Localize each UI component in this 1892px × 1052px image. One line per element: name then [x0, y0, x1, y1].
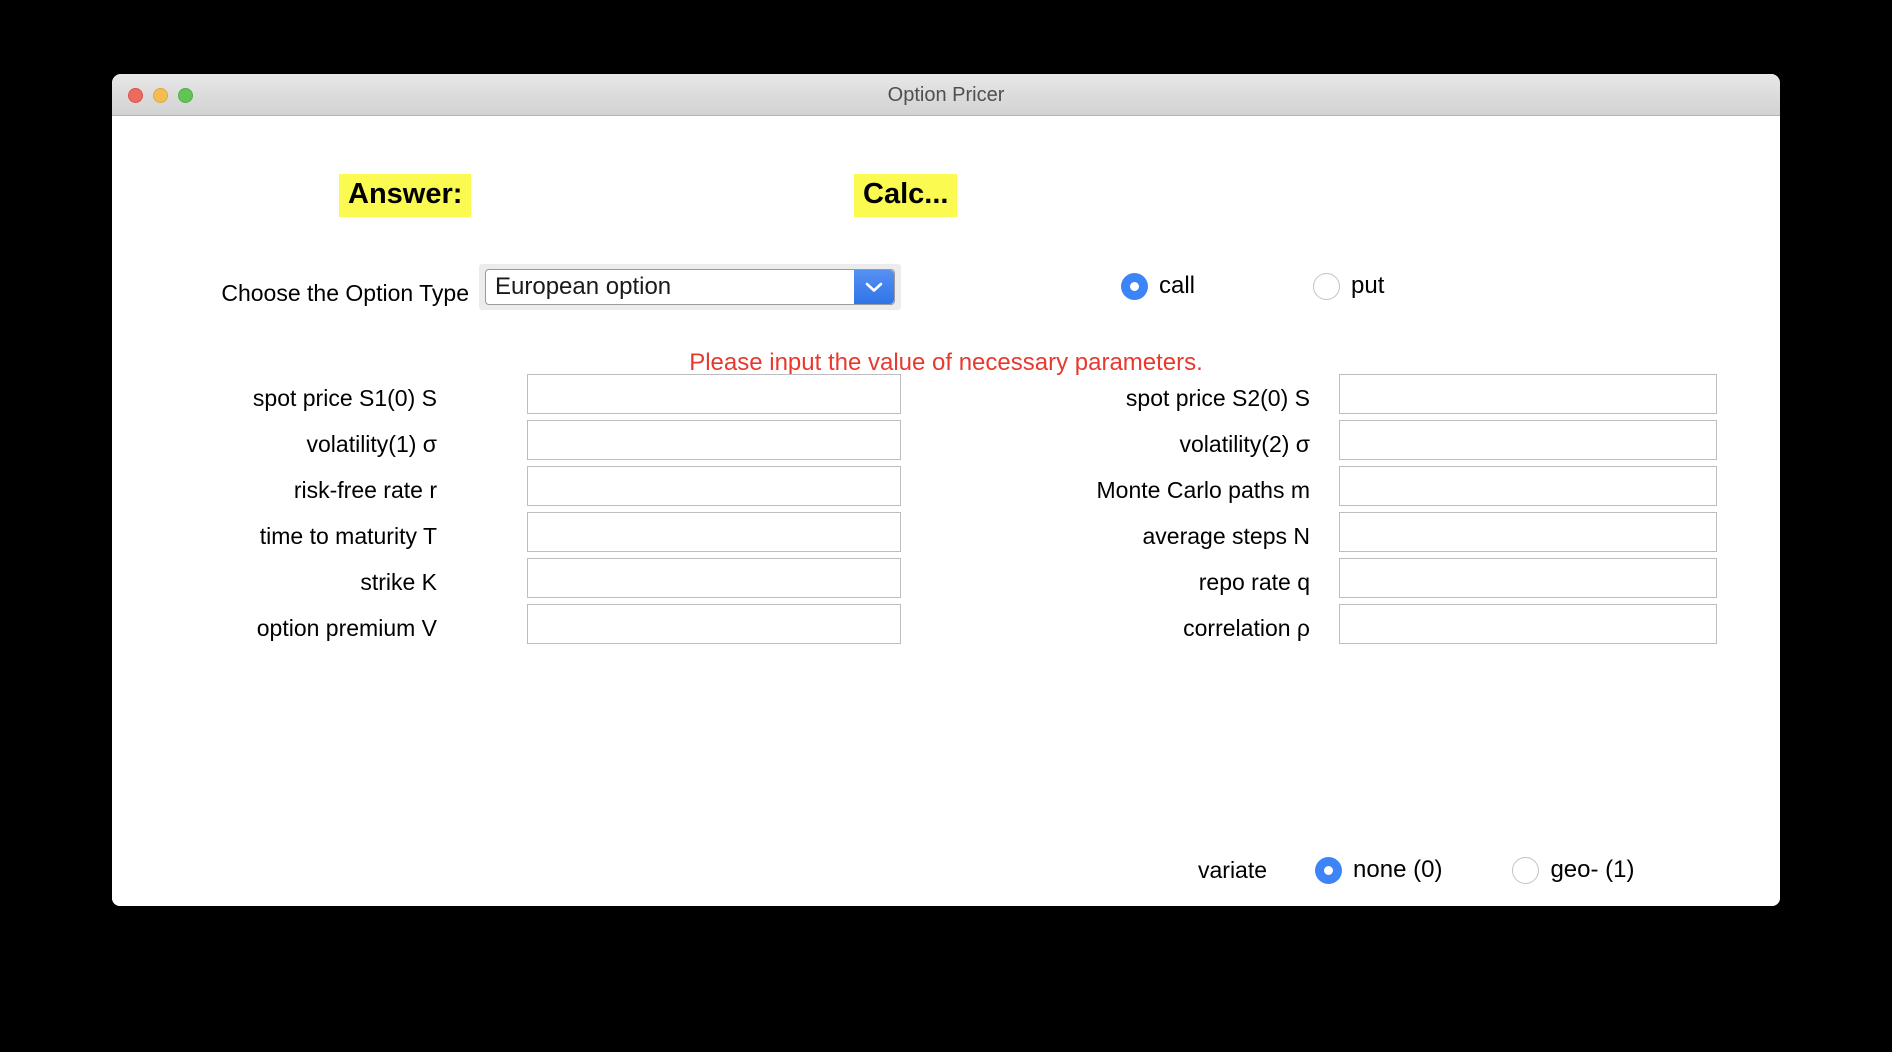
label-strike: strike K	[112, 562, 437, 602]
input-average-steps[interactable]	[1339, 512, 1717, 552]
label-spot-price-s2: spot price S2(0) S	[882, 378, 1310, 418]
chevron-down-icon[interactable]	[854, 270, 894, 304]
radio-call-label: call	[1159, 272, 1195, 300]
input-risk-free-rate[interactable]	[527, 466, 901, 506]
answer-label: Answer:	[339, 174, 471, 217]
input-correlation[interactable]	[1339, 604, 1717, 644]
radio-variate-none-label: none (0)	[1353, 856, 1442, 884]
label-monte-carlo-paths: Monte Carlo paths m	[882, 470, 1310, 510]
radio-call[interactable]: call	[1121, 272, 1195, 300]
input-volatility-2[interactable]	[1339, 420, 1717, 460]
app-window: Option Pricer Answer: Calc... Choose the…	[112, 74, 1780, 906]
radio-put[interactable]: put	[1313, 272, 1384, 300]
window-content: Answer: Calc... Choose the Option Type E…	[112, 116, 1780, 906]
variate-label: variate	[1198, 857, 1267, 884]
input-time-to-maturity[interactable]	[527, 512, 901, 552]
label-volatility-2: volatility(2) σ	[882, 424, 1310, 464]
radio-variate-geo-label: geo- (1)	[1550, 856, 1634, 884]
radio-variate-geo-indicator[interactable]	[1512, 857, 1539, 884]
radio-put-indicator[interactable]	[1313, 273, 1340, 300]
label-average-steps: average steps N	[882, 516, 1310, 556]
option-type-dropdown-box[interactable]: European option	[485, 269, 895, 305]
input-volatility-1[interactable]	[527, 420, 901, 460]
radio-variate-none[interactable]: none (0)	[1315, 856, 1442, 884]
input-repo-rate[interactable]	[1339, 558, 1717, 598]
call-put-radio-group: call put	[1121, 272, 1384, 300]
title-bar: Option Pricer	[112, 74, 1780, 116]
radio-call-indicator[interactable]	[1121, 273, 1148, 300]
label-repo-rate: repo rate q	[882, 562, 1310, 602]
radio-put-label: put	[1351, 272, 1384, 300]
radio-variate-geo[interactable]: geo- (1)	[1512, 856, 1634, 884]
input-option-premium[interactable]	[527, 604, 901, 644]
option-type-label: Choose the Option Type	[139, 280, 469, 307]
label-spot-price-s1: spot price S1(0) S	[112, 378, 437, 418]
label-correlation: correlation ρ	[882, 608, 1310, 648]
input-strike[interactable]	[527, 558, 901, 598]
label-option-premium: option premium V	[112, 608, 437, 648]
label-risk-free-rate: risk-free rate r	[112, 470, 437, 510]
input-monte-carlo-paths[interactable]	[1339, 466, 1717, 506]
warning-message: Please input the value of necessary para…	[112, 349, 1780, 377]
label-volatility-1: volatility(1) σ	[112, 424, 437, 464]
variate-radio-group: variate none (0) geo- (1)	[1198, 856, 1634, 884]
window-title: Option Pricer	[112, 74, 1780, 116]
calc-label: Calc...	[854, 174, 957, 217]
radio-variate-none-indicator[interactable]	[1315, 857, 1342, 884]
option-type-dropdown[interactable]: European option	[479, 264, 901, 310]
label-time-to-maturity: time to maturity T	[112, 516, 437, 556]
input-spot-price-s1[interactable]	[527, 374, 901, 414]
option-type-selected-value: European option	[495, 270, 671, 304]
input-spot-price-s2[interactable]	[1339, 374, 1717, 414]
